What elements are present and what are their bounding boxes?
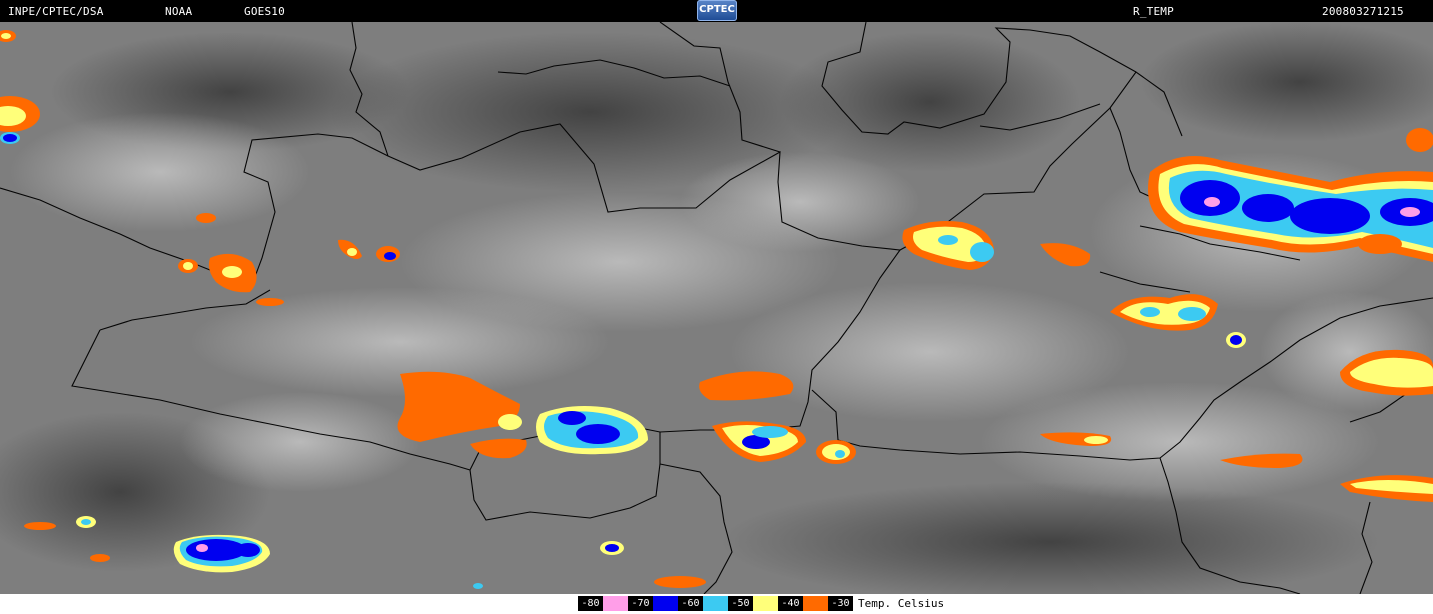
legend-label: -60 bbox=[678, 596, 703, 611]
legend-swatch bbox=[603, 596, 628, 611]
satellite-map bbox=[0, 22, 1433, 594]
product-label: R_TEMP bbox=[1133, 5, 1174, 18]
legend-swatch bbox=[803, 596, 828, 611]
legend-swatch bbox=[703, 596, 728, 611]
satellite-label: GOES10 bbox=[244, 5, 285, 18]
temperature-legend: -80 -70 -60 -50 -40 -30 Temp. Celsius bbox=[578, 596, 944, 611]
legend-label: -70 bbox=[628, 596, 653, 611]
legend-bar: -80 -70 -60 -50 -40 -30 Temp. Celsius bbox=[0, 594, 1433, 614]
source-label: INPE/CPTEC/DSA bbox=[8, 5, 104, 18]
legend-swatch bbox=[753, 596, 778, 611]
legend-label: -30 bbox=[828, 596, 853, 611]
legend-swatch bbox=[653, 596, 678, 611]
legend-label: -80 bbox=[578, 596, 603, 611]
timestamp-label: 200803271215 bbox=[1322, 5, 1404, 18]
agency-label: NOAA bbox=[165, 5, 193, 18]
cptec-logo: CPTEC bbox=[697, 0, 737, 21]
legend-label: -50 bbox=[728, 596, 753, 611]
legend-unit: Temp. Celsius bbox=[858, 597, 945, 610]
header-bar: INPE/CPTEC/DSA NOAA GOES10 CPTEC R_TEMP … bbox=[0, 0, 1433, 22]
legend-label: -40 bbox=[778, 596, 803, 611]
